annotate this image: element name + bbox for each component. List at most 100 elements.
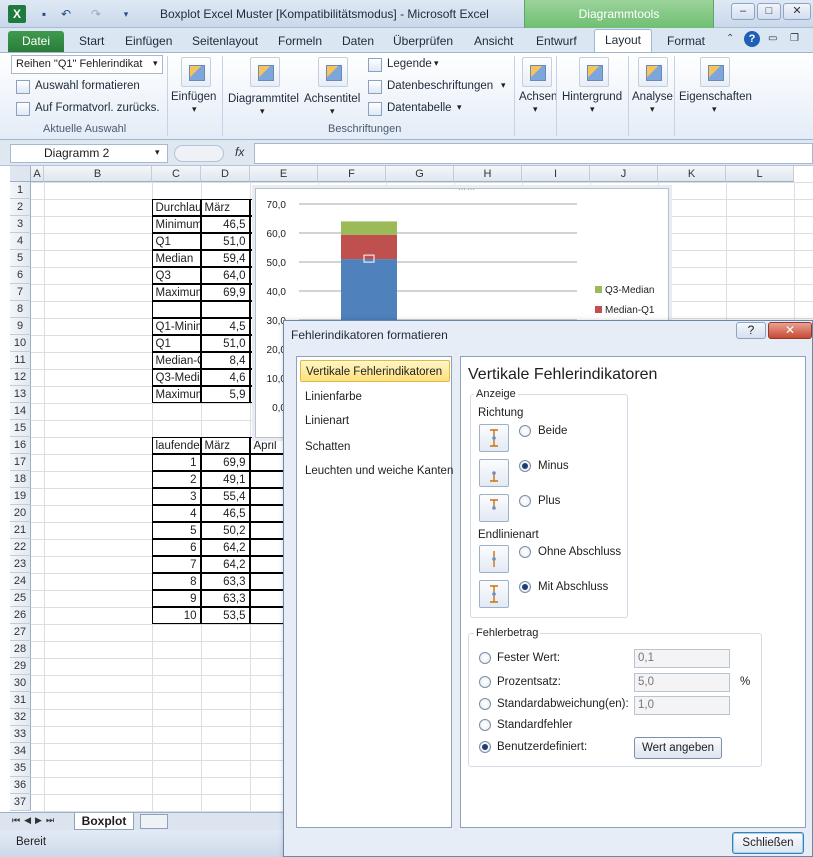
chevron-down-icon[interactable]: ▾: [712, 104, 717, 115]
table-cell[interactable]: 64,0: [200, 267, 250, 284]
radio-custom-label[interactable]: Benutzerdefiniert:: [497, 741, 587, 753]
cell-header-maerz[interactable]: März: [200, 437, 250, 454]
analysis-button[interactable]: Analyse: [632, 91, 673, 103]
row-header-34[interactable]: 34: [10, 743, 31, 760]
table-cell[interactable]: 4,5: [200, 318, 250, 335]
cell-header-laufende-nummer[interactable]: laufende Nummer: [151, 437, 201, 454]
row-header-29[interactable]: 29: [10, 658, 31, 675]
table-cell[interactable]: [152, 301, 201, 318]
column-header-d[interactable]: D: [201, 166, 250, 182]
insert-sheet-icon[interactable]: [140, 814, 168, 829]
table-cell[interactable]: 59,4: [200, 250, 250, 267]
table-cell[interactable]: 64,2: [200, 556, 250, 573]
row-header-4[interactable]: 4: [10, 233, 31, 250]
row-header-10[interactable]: 10: [10, 335, 31, 352]
tab-ueberpruefen[interactable]: Überprüfen: [393, 31, 453, 52]
properties-button[interactable]: Eigenschaften: [679, 91, 752, 103]
table-cell[interactable]: Minimum: [151, 216, 201, 233]
chevron-down-icon[interactable]: ▾: [155, 147, 160, 158]
row-header-24[interactable]: 24: [10, 573, 31, 590]
row-header-19[interactable]: 19: [10, 488, 31, 505]
row-header-1[interactable]: 1: [10, 182, 31, 199]
insert-icon[interactable]: [181, 57, 211, 87]
data-table-button[interactable]: Datentabelle: [387, 102, 452, 114]
dialog-close-button[interactable]: ✕: [768, 322, 812, 339]
column-header-b[interactable]: B: [44, 166, 152, 182]
table-cell[interactable]: 50,2: [200, 522, 250, 539]
select-all-corner[interactable]: [10, 166, 31, 182]
table-cell[interactable]: 1: [151, 454, 201, 471]
table-cell[interactable]: 8: [151, 573, 201, 590]
radio-percentage-label[interactable]: Prozentsatz:: [497, 676, 561, 688]
table-cell[interactable]: 53,5: [200, 607, 250, 624]
row-header-37[interactable]: 37: [10, 794, 31, 811]
sheet-tab-boxplot[interactable]: Boxplot: [74, 813, 134, 830]
background-button[interactable]: Hintergrund: [562, 91, 622, 103]
row-header-33[interactable]: 33: [10, 726, 31, 743]
sheet-nav-arrows[interactable]: ⏮◀▶⏭: [12, 815, 58, 826]
table-cell[interactable]: Q3: [151, 267, 201, 284]
formula-bar-expander[interactable]: [174, 145, 224, 162]
table-cell[interactable]: 51,0: [200, 335, 250, 352]
chevron-down-icon[interactable]: ▾: [501, 80, 506, 91]
radio-std-error[interactable]: [479, 719, 491, 731]
nav-item-line-style[interactable]: Linienart: [300, 410, 450, 432]
table-cell[interactable]: 4,6: [200, 369, 250, 386]
row-header-7[interactable]: 7: [10, 284, 31, 301]
row-header-2[interactable]: 2: [10, 199, 31, 216]
table-cell[interactable]: 63,3: [200, 573, 250, 590]
table-cell[interactable]: Maximum-Q3: [151, 386, 201, 403]
row-header-9[interactable]: 9: [10, 318, 31, 335]
chevron-down-icon[interactable]: ▾: [590, 104, 595, 115]
table-cell[interactable]: 6: [151, 539, 201, 556]
close-window-button[interactable]: ✕: [783, 3, 811, 20]
radio-cap[interactable]: [519, 581, 531, 593]
help-icon[interactable]: ?: [744, 31, 760, 47]
radio-percentage[interactable]: [479, 676, 491, 688]
radio-minus[interactable]: [519, 460, 531, 472]
tab-entwurf[interactable]: Entwurf: [536, 31, 577, 52]
column-header-f[interactable]: F: [318, 166, 386, 182]
chart-title-button[interactable]: Diagrammtitel: [228, 93, 299, 105]
table-cell[interactable]: 46,5: [200, 505, 250, 522]
tab-einfuegen[interactable]: Einfügen: [125, 31, 172, 52]
table-cell[interactable]: 5: [151, 522, 201, 539]
dialog-help-button[interactable]: ?: [736, 322, 766, 339]
minimize-ribbon-icon[interactable]: ⌃: [726, 33, 734, 44]
chevron-down-icon[interactable]: ▾: [260, 106, 265, 117]
table-cell[interactable]: Median-Q1: [151, 352, 201, 369]
std-deviation-input[interactable]: 1,0: [634, 696, 730, 715]
table-cell[interactable]: Q1: [151, 335, 201, 352]
radio-fixed-value[interactable]: [479, 652, 491, 664]
legend-entry[interactable]: Median-Q1: [605, 305, 655, 316]
row-header-13[interactable]: 13: [10, 386, 31, 403]
radio-std-error-label[interactable]: Standardfehler: [497, 719, 572, 731]
row-header-15[interactable]: 15: [10, 420, 31, 437]
column-header-a[interactable]: A: [31, 166, 44, 182]
column-header-l[interactable]: L: [726, 166, 794, 182]
chevron-down-icon[interactable]: ▾: [330, 106, 335, 117]
radio-std-deviation[interactable]: [479, 698, 491, 710]
radio-fixed-value-label[interactable]: Fester Wert:: [497, 652, 560, 664]
background-icon[interactable]: [579, 57, 609, 87]
tab-ansicht[interactable]: Ansicht: [474, 31, 513, 52]
radio-minus-label[interactable]: Minus: [538, 460, 569, 472]
tab-start[interactable]: Start: [79, 31, 104, 52]
chevron-down-icon[interactable]: ▾: [434, 58, 439, 69]
table-cell[interactable]: Median: [151, 250, 201, 267]
radio-std-deviation-label[interactable]: Standardabweichung(en):: [497, 698, 629, 710]
row-header-36[interactable]: 36: [10, 777, 31, 794]
undo-icon[interactable]: ↶: [58, 6, 74, 22]
table-cell[interactable]: 9: [151, 590, 201, 607]
workbook-minimize-icon[interactable]: ▭: [768, 33, 777, 44]
legend-entry[interactable]: Q3-Median: [605, 285, 654, 296]
radio-plus[interactable]: [519, 495, 531, 507]
column-header-h[interactable]: H: [454, 166, 522, 182]
tab-seitenlayout[interactable]: Seitenlayout: [192, 31, 258, 52]
row-header-20[interactable]: 20: [10, 505, 31, 522]
chevron-down-icon[interactable]: ▾: [533, 104, 538, 115]
chevron-down-icon[interactable]: ▾: [457, 102, 462, 113]
excel-app-icon[interactable]: X: [8, 5, 26, 23]
radio-no-cap[interactable]: [519, 546, 531, 558]
column-header-e[interactable]: E: [250, 166, 318, 182]
